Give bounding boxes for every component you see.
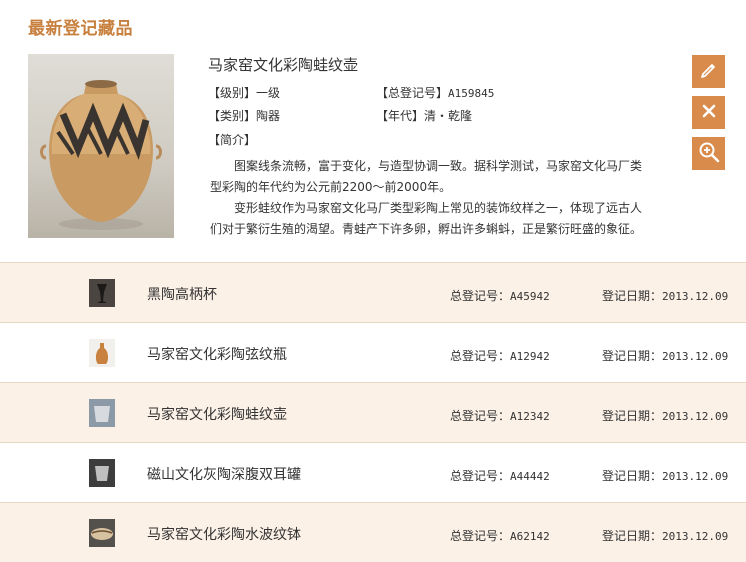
delete-button[interactable]: [692, 96, 725, 129]
era-label: 【年代】: [376, 109, 425, 123]
item-date: 登记日期：2013.12.09: [602, 467, 728, 484]
item-date-value: 2013.12.09: [662, 290, 729, 303]
item-thumbnail[interactable]: [89, 399, 115, 427]
edit-icon: [699, 60, 719, 84]
item-date: 登记日期：2013.12.09: [602, 347, 728, 364]
section-title: 最新登记藏品: [28, 19, 133, 39]
item-date: 登记日期：2013.12.09: [602, 287, 728, 304]
era-field: 【年代】清・乾隆: [376, 107, 472, 124]
item-thumbnail[interactable]: [89, 519, 115, 547]
item-reg: 总登记号：A44442: [450, 467, 550, 484]
item-reg-value: A62142: [510, 530, 550, 543]
item-name[interactable]: 黑陶高柄杯: [147, 284, 217, 304]
item-reg-label: 总登记号：: [450, 349, 511, 363]
category-label: 【类别】: [208, 109, 257, 123]
category-value: 陶器: [256, 109, 281, 123]
featured-item: 马家窑文化彩陶蛙纹壶 【级别】一级 【总登记号】A159845 【类别】陶器 【…: [0, 44, 746, 262]
item-reg: 总登记号：A12342: [450, 407, 550, 424]
item-thumbnail[interactable]: [89, 279, 115, 307]
intro-paragraph-1: 图案线条流畅，富于变化，与造型协调一致。据科学测试，马家窑文化马厂类型彩陶的年代…: [210, 159, 643, 194]
featured-title[interactable]: 马家窑文化彩陶蛙纹壶: [208, 54, 358, 75]
era-value: 清・乾隆: [424, 109, 473, 123]
item-date-label: 登记日期：: [602, 409, 663, 423]
item-date-value: 2013.12.09: [662, 530, 729, 543]
list-item[interactable]: 黑陶高柄杯 总登记号：A45942 登记日期：2013.12.09: [0, 262, 746, 322]
reg-label: 【总登记号】: [376, 86, 449, 100]
close-icon: [701, 103, 717, 123]
item-date-value: 2013.12.09: [662, 350, 729, 363]
item-reg-label: 总登记号：: [450, 289, 511, 303]
list-item[interactable]: 磁山文化灰陶深腹双耳罐 总登记号：A44442 登记日期：2013.12.09: [0, 442, 746, 502]
item-date-value: 2013.12.09: [662, 470, 729, 483]
reg-value: A159845: [448, 87, 495, 100]
list-item[interactable]: 马家窑文化彩陶弦纹瓶 总登记号：A12942 登记日期：2013.12.09: [0, 322, 746, 382]
item-name[interactable]: 马家窑文化彩陶水波纹钵: [147, 524, 301, 544]
item-reg-label: 总登记号：: [450, 469, 511, 483]
item-thumbnail[interactable]: [89, 459, 115, 487]
item-date-label: 登记日期：: [602, 469, 663, 483]
featured-image[interactable]: [28, 54, 174, 238]
level-value: 一级: [256, 86, 281, 100]
intro-text: 图案线条流畅，富于变化，与造型协调一致。据科学测试，马家窑文化马厂类型彩陶的年代…: [210, 156, 646, 240]
item-name[interactable]: 马家窑文化彩陶蛙纹壶: [147, 404, 287, 424]
intro-paragraph-2: 变形蛙纹作为马家窑文化马厂类型彩陶上常见的装饰纹样之一，体现了远古人们对于繁衍生…: [210, 201, 643, 236]
edit-button[interactable]: [692, 55, 725, 88]
item-reg: 总登记号：A45942: [450, 287, 550, 304]
item-date: 登记日期：2013.12.09: [602, 527, 728, 544]
item-reg-value: A12942: [510, 350, 550, 363]
reg-field: 【总登记号】A159845: [376, 84, 494, 101]
item-name[interactable]: 磁山文化灰陶深腹双耳罐: [147, 464, 301, 484]
item-reg-label: 总登记号：: [450, 529, 511, 543]
item-date-label: 登记日期：: [602, 529, 663, 543]
item-reg-label: 总登记号：: [450, 409, 511, 423]
item-thumbnail[interactable]: [89, 339, 115, 367]
item-date-value: 2013.12.09: [662, 410, 729, 423]
item-reg-value: A44442: [510, 470, 550, 483]
zoom-in-icon: [698, 141, 720, 167]
item-reg: 总登记号：A12942: [450, 347, 550, 364]
item-date: 登记日期：2013.12.09: [602, 407, 728, 424]
item-name[interactable]: 马家窑文化彩陶弦纹瓶: [147, 344, 287, 364]
list-item[interactable]: 马家窑文化彩陶水波纹钵 总登记号：A62142 登记日期：2013.12.09: [0, 502, 746, 562]
intro-label: 【简介】: [208, 133, 257, 147]
item-reg-value: A12342: [510, 410, 550, 423]
category-field: 【类别】陶器: [208, 107, 280, 124]
item-reg: 总登记号：A62142: [450, 527, 550, 544]
level-label: 【级别】: [208, 86, 257, 100]
level-field: 【级别】一级: [208, 84, 280, 101]
list-item[interactable]: 马家窑文化彩陶蛙纹壶 总登记号：A12342 登记日期：2013.12.09: [0, 382, 746, 442]
collection-list: 黑陶高柄杯 总登记号：A45942 登记日期：2013.12.09 马家窑文化彩…: [0, 262, 746, 562]
item-date-label: 登记日期：: [602, 349, 663, 363]
item-date-label: 登记日期：: [602, 289, 663, 303]
item-reg-value: A45942: [510, 290, 550, 303]
zoom-button[interactable]: [692, 137, 725, 170]
